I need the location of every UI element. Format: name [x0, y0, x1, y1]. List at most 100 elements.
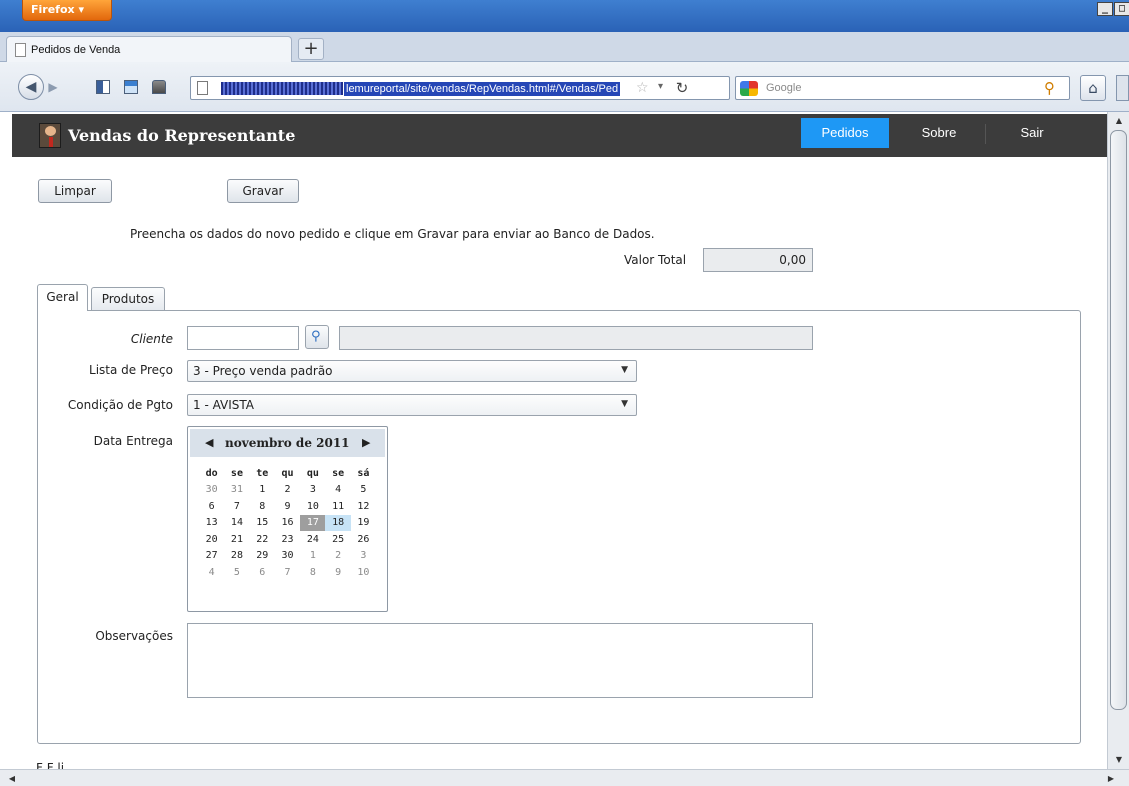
nav-pedidos[interactable]: Pedidos [801, 118, 889, 148]
bookmark-star-icon[interactable]: ☆ [636, 80, 649, 96]
calendar-day[interactable]: 21 [224, 531, 249, 548]
toolbar-icon-3[interactable] [152, 80, 166, 94]
scroll-up-icon[interactable]: ▲ [1111, 114, 1127, 128]
lista-preco-select[interactable]: 3 - Preço venda padrão ▼ [187, 360, 637, 382]
cliente-code-input[interactable] [187, 326, 299, 350]
calendar-day[interactable]: 15 [250, 515, 275, 532]
calendar-day[interactable]: 17 [300, 514, 326, 531]
calendar-day[interactable]: 11 [325, 498, 350, 515]
calendar-day[interactable]: 6 [250, 564, 275, 581]
maximize-button[interactable]: □ [1114, 2, 1129, 16]
calendar-day[interactable]: 31 [224, 482, 249, 499]
total-label: Valor Total [624, 253, 687, 267]
calendar-day[interactable]: 19 [351, 515, 376, 532]
calendar-day[interactable]: 12 [351, 498, 376, 515]
calendar-day[interactable]: 1 [300, 548, 325, 565]
url-dropdown-icon[interactable]: ▾ [658, 81, 663, 92]
minimize-button[interactable]: _ [1097, 2, 1113, 16]
scroll-thumb[interactable] [1110, 130, 1127, 710]
scroll-right-icon[interactable]: ▶ [1104, 772, 1118, 785]
calendar-day[interactable]: 5 [224, 564, 249, 581]
calendar-day[interactable]: 8 [300, 564, 325, 581]
extra-toolbar-button[interactable] [1116, 75, 1129, 101]
calendar-day[interactable]: 16 [275, 515, 300, 532]
url-text[interactable]: lemureportal/site/vendas/RepVendas.html#… [344, 82, 621, 96]
tab-produtos[interactable]: Produtos [91, 287, 165, 310]
calendar-day[interactable]: 14 [224, 515, 249, 532]
calendar-day[interactable]: 9 [325, 564, 350, 581]
calendar-day[interactable]: 13 [199, 515, 224, 532]
calendar-day[interactable]: 3 [300, 482, 325, 499]
calendar-day[interactable]: 25 [325, 531, 350, 548]
nav-sair[interactable]: Sair [1002, 118, 1062, 148]
date-picker: ◀ novembro de 2011 ▶ do se te qu qu se sá 30 31… [187, 426, 388, 612]
clear-button[interactable]: Limpar [38, 179, 112, 203]
calendar-grid: do se te qu qu se sá 30 31 1 2 3 4 5 6 7 8 9 10 11 12 13 14 15… [199, 465, 376, 581]
calendar-day[interactable]: 2 [325, 548, 350, 565]
calendar-day[interactable]: 30 [199, 482, 224, 499]
calendar-day[interactable]: 4 [199, 564, 224, 581]
app-title: Vendas do Representante [68, 126, 296, 145]
calendar-day[interactable]: 7 [275, 564, 300, 581]
data-entrega-label: Data Entrega [93, 434, 173, 448]
chevron-down-icon: ▼ [621, 399, 628, 409]
page-viewport: Vendas do Representante Pedidos Sobre Sa… [0, 112, 1107, 769]
lista-preco-value: 3 - Preço venda padrão [193, 364, 333, 378]
firefox-menu-button[interactable]: Firefox ▾ [22, 0, 112, 21]
calendar-day[interactable]: 4 [325, 482, 350, 499]
calendar-day[interactable]: 18 [325, 514, 351, 531]
calendar-day[interactable]: 28 [224, 548, 249, 565]
weekday-header: do [205, 467, 218, 479]
tab-geral[interactable]: Geral [37, 284, 88, 311]
calendar-day[interactable]: 10 [351, 564, 376, 581]
calendar-day[interactable]: 30 [275, 548, 300, 565]
calendar-day[interactable]: 6 [199, 498, 224, 515]
forward-icon[interactable]: ▶ [44, 78, 62, 96]
calendar-day[interactable]: 5 [351, 482, 376, 499]
lista-preco-label: Lista de Preço [89, 363, 173, 377]
search-placeholder: Google [766, 82, 802, 94]
scroll-left-icon[interactable]: ◀ [5, 772, 19, 785]
calendar-day[interactable]: 26 [351, 531, 376, 548]
window-titlebar: Firefox ▾ _ □ [0, 0, 1129, 32]
calendar-day[interactable]: 22 [250, 531, 275, 548]
scroll-down-icon[interactable]: ▼ [1111, 753, 1127, 767]
vertical-scrollbar[interactable]: ▲ ▼ [1107, 112, 1129, 769]
calendar-day[interactable]: 8 [250, 498, 275, 515]
url-bar[interactable]: lemureportal/site/vendas/RepVendas.html#… [190, 76, 730, 100]
cliente-search-button[interactable]: ⚲ [305, 325, 329, 349]
toolbar-icon-1[interactable] [96, 80, 110, 94]
calendar-day[interactable]: 9 [275, 498, 300, 515]
calendar-day[interactable]: 1 [250, 482, 275, 499]
browser-tab[interactable]: Pedidos de Venda [6, 36, 292, 63]
calendar-day[interactable]: 20 [199, 531, 224, 548]
calendar-day[interactable]: 10 [300, 498, 325, 515]
app-header: Vendas do Representante Pedidos Sobre Sa… [12, 114, 1107, 157]
condicao-pgto-select[interactable]: 1 - AVISTA ▼ [187, 394, 637, 416]
calendar-day[interactable]: 27 [199, 548, 224, 565]
calendar-day[interactable]: 29 [250, 548, 275, 565]
google-icon[interactable] [740, 81, 758, 96]
search-icon[interactable]: ⚲ [1044, 79, 1055, 97]
calendar-day[interactable]: 23 [275, 531, 300, 548]
calendar-day[interactable]: 3 [351, 548, 376, 565]
weekday-header: sá [357, 467, 370, 479]
toolbar-icon-2[interactable] [124, 80, 138, 94]
back-icon[interactable]: ◀ [18, 74, 44, 100]
search-bar[interactable]: Google ⚲ [735, 76, 1070, 100]
next-month-icon[interactable]: ▶ [362, 436, 370, 449]
observacoes-label: Observações [95, 629, 173, 643]
weekday-header: se [332, 467, 345, 479]
reload-icon[interactable]: ↻ [671, 79, 693, 97]
calendar-month-title: novembro de 2011 [225, 436, 350, 450]
new-tab-button[interactable]: + [298, 38, 324, 60]
calendar-day[interactable]: 2 [275, 482, 300, 499]
observacoes-textarea[interactable] [187, 623, 813, 698]
prev-month-icon[interactable]: ◀ [205, 436, 213, 449]
nav-sobre[interactable]: Sobre [904, 118, 974, 148]
home-icon[interactable]: ⌂ [1080, 75, 1106, 101]
calendar-day[interactable]: 7 [224, 498, 249, 515]
save-button[interactable]: Gravar [227, 179, 299, 203]
horizontal-scrollbar[interactable]: ◀ ▶ [0, 769, 1129, 786]
calendar-day[interactable]: 24 [300, 531, 325, 548]
